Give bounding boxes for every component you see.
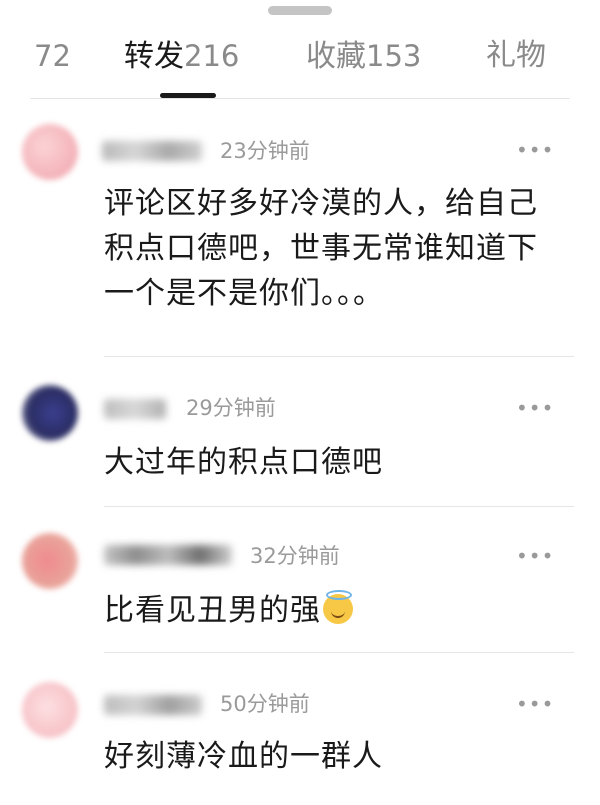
avatar[interactable]: [22, 533, 78, 589]
comment-text: 好刻薄冷血的一群人: [104, 734, 574, 779]
avatar[interactable]: [22, 385, 78, 441]
tab-gifts-label: 礼物: [486, 38, 546, 73]
avatar[interactable]: [22, 682, 78, 738]
tab-favorites-label: 收藏: [306, 39, 366, 74]
username-redacted[interactable]: [102, 141, 202, 161]
comment-time: 50分钟前: [220, 692, 310, 716]
comment-text-line: 大过年的积点口德吧: [104, 445, 383, 480]
more-options-icon[interactable]: •••: [516, 140, 554, 160]
comment-time: 29分钟前: [186, 396, 276, 420]
comment-text: 评论区好多好冷漠的人，给自己 积点口德吧，世事无常谁知道下 一个是不是你们。。。: [104, 181, 574, 316]
tab-gifts[interactable]: 礼物: [486, 36, 546, 76]
comment-divider: [104, 652, 574, 653]
tab-favorites-count: 153: [366, 39, 422, 73]
comment-text-line: 一个是不是你们。。。: [104, 276, 384, 311]
comment-text: 比看见丑男的强: [104, 588, 574, 633]
tab-likes-count: 72: [34, 39, 71, 73]
tab-likes[interactable]: 72: [34, 36, 71, 77]
smiling-face-with-halo-icon: [323, 590, 353, 624]
username-redacted[interactable]: [104, 399, 166, 419]
tab-favorites[interactable]: 收藏153: [306, 36, 421, 77]
comment-text-line: 好刻薄冷血的一群人: [104, 739, 383, 774]
username-redacted[interactable]: [104, 695, 202, 715]
tab-reposts-label: 转发: [124, 39, 184, 74]
more-options-icon[interactable]: •••: [516, 694, 554, 714]
comment-time: 23分钟前: [220, 139, 310, 163]
tab-bar: 72 转发216 收藏153 礼物: [0, 36, 600, 80]
more-options-icon[interactable]: •••: [516, 398, 554, 418]
comment-text-line: 比看见丑男的强: [104, 593, 321, 628]
more-options-icon[interactable]: •••: [516, 546, 554, 566]
tab-reposts-count: 216: [184, 39, 240, 73]
comment-divider: [104, 356, 574, 357]
comment-text: 大过年的积点口德吧: [104, 440, 574, 485]
tab-divider: [30, 98, 570, 99]
avatar[interactable]: [22, 124, 78, 180]
comment-divider: [104, 506, 574, 507]
tab-reposts[interactable]: 转发216: [124, 36, 239, 77]
comment-text-line: 评论区好多好冷漠的人，给自己: [104, 186, 538, 221]
username-redacted[interactable]: [104, 545, 232, 565]
comment-time: 32分钟前: [250, 544, 340, 568]
sheet-drag-handle[interactable]: [268, 6, 332, 15]
comment-text-line: 积点口德吧，世事无常谁知道下: [104, 231, 538, 266]
